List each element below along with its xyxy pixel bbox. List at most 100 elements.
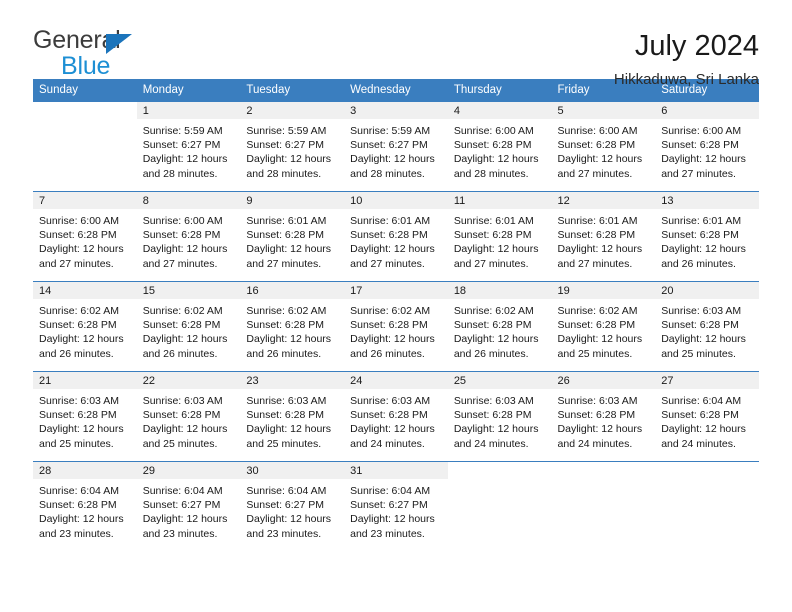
- calendar-day-cell[interactable]: 6 Sunrise: 6:00 AM Sunset: 6:28 PM Daylight…: [655, 101, 759, 192]
- day-number: 4: [447, 102, 552, 119]
- sunset-time: Sunset: 6:27 PM: [246, 499, 325, 512]
- daylight-duration-line1: Daylight: 12 hours: [350, 333, 435, 346]
- daylight-duration-line2: and 24 minutes.: [453, 437, 529, 450]
- daylight-duration-line1: Daylight: 12 hours: [453, 333, 539, 346]
- daylight-duration-line1: Daylight: 12 hours: [661, 243, 746, 256]
- daylight-duration-line2: and 23 minutes.: [142, 527, 218, 540]
- calendar-week-row: 7 Sunrise: 6:00 AM Sunset: 6:28 PM Daylight…: [33, 191, 759, 282]
- sunset-time: Sunset: 6:28 PM: [39, 229, 117, 242]
- sunset-time: Sunset: 6:28 PM: [557, 409, 636, 422]
- calendar-day-cell[interactable]: 23 Sunrise: 6:03 AM Sunset: 6:28 PM Dayligh…: [240, 371, 345, 462]
- title-block: July 2024 Hikkaduwa, Sri Lanka: [614, 28, 759, 88]
- daylight-duration-line2: and 24 minutes.: [350, 437, 425, 450]
- calendar-day-cell[interactable]: 26 Sunrise: 6:03 AM Sunset: 6:28 PM Dayligh…: [551, 371, 656, 462]
- day-details: Sunrise: 6:01 AM Sunset: 6:28 PM Daylight:…: [344, 209, 448, 271]
- sunrise-time: Sunrise: 6:04 AM: [39, 485, 119, 497]
- daylight-duration-line1: Daylight: 12 hours: [453, 243, 539, 256]
- daylight-duration-line2: and 28 minutes.: [350, 167, 425, 180]
- sunrise-time: Sunrise: 6:00 AM: [39, 215, 119, 227]
- day-number: 15: [136, 282, 241, 299]
- sunrise-time: Sunrise: 6:02 AM: [246, 305, 327, 317]
- calendar-day-cell[interactable]: 29 Sunrise: 6:04 AM Sunset: 6:27 PM Dayligh…: [136, 461, 241, 552]
- day-details: Sunrise: 6:04 AM Sunset: 6:27 PM Daylight:…: [137, 479, 241, 541]
- daylight-duration-line2: and 24 minutes.: [557, 437, 633, 450]
- sunrise-time: Sunrise: 6:04 AM: [142, 485, 223, 497]
- page-header: General Blue July 2024 Hikkaduwa, Sri La…: [33, 0, 759, 89]
- calendar-day-cell[interactable]: 27 Sunrise: 6:04 AM Sunset: 6:28 PM Dayligh…: [655, 371, 759, 462]
- daylight-duration-line2: and 27 minutes.: [453, 257, 529, 270]
- calendar-day-cell[interactable]: 2 Sunrise: 5:59 AM Sunset: 6:27 PM Daylight…: [240, 101, 345, 192]
- day-number: 11: [447, 192, 552, 209]
- sunrise-time: Sunrise: 6:03 AM: [661, 305, 742, 317]
- day-details: Sunrise: 6:02 AM Sunset: 6:28 PM Daylight:…: [552, 299, 656, 361]
- calendar-day-cell[interactable]: 12 Sunrise: 6:01 AM Sunset: 6:28 PM Dayligh…: [551, 191, 656, 282]
- calendar-day-cell[interactable]: 25 Sunrise: 6:03 AM Sunset: 6:28 PM Dayligh…: [447, 371, 552, 462]
- calendar-day-cell[interactable]: 7 Sunrise: 6:00 AM Sunset: 6:28 PM Daylight…: [33, 191, 137, 282]
- calendar-day-cell[interactable]: 24 Sunrise: 6:03 AM Sunset: 6:28 PM Dayligh…: [344, 371, 448, 462]
- sunset-time: Sunset: 6:27 PM: [142, 499, 221, 512]
- day-number: 9: [240, 192, 345, 209]
- sunset-time: Sunset: 6:28 PM: [39, 409, 117, 422]
- calendar-day-cell[interactable]: 14 Sunrise: 6:02 AM Sunset: 6:28 PM Dayligh…: [33, 281, 137, 372]
- daylight-duration-line1: Daylight: 12 hours: [350, 513, 435, 526]
- day-details: Sunrise: 6:04 AM Sunset: 6:27 PM Daylight:…: [240, 479, 344, 541]
- calendar-day-cell[interactable]: 17 Sunrise: 6:02 AM Sunset: 6:28 PM Dayligh…: [344, 281, 448, 372]
- calendar-day-cell[interactable]: 1 Sunrise: 5:59 AM Sunset: 6:27 PM Daylight…: [136, 101, 241, 192]
- calendar-day-cell[interactable]: 13 Sunrise: 6:01 AM Sunset: 6:28 PM Dayligh…: [655, 191, 759, 282]
- calendar-day-cell[interactable]: 30 Sunrise: 6:04 AM Sunset: 6:27 PM Dayligh…: [240, 461, 345, 552]
- calendar-day-cell[interactable]: 18 Sunrise: 6:02 AM Sunset: 6:28 PM Dayligh…: [447, 281, 552, 372]
- sunrise-time: Sunrise: 6:00 AM: [142, 215, 223, 227]
- day-details: Sunrise: 6:03 AM Sunset: 6:28 PM Daylight:…: [552, 389, 656, 451]
- calendar-day-cell[interactable]: 8 Sunrise: 6:00 AM Sunset: 6:28 PM Daylight…: [136, 191, 241, 282]
- calendar-body: 1 Sunrise: 5:59 AM Sunset: 6:27 PM Daylight…: [33, 101, 759, 552]
- daylight-duration-line1: Daylight: 12 hours: [39, 423, 124, 436]
- daylight-duration-line1: Daylight: 12 hours: [142, 153, 228, 166]
- blue-triangle-icon: [106, 34, 132, 54]
- day-number: 6: [655, 102, 759, 119]
- sunset-time: Sunset: 6:28 PM: [661, 409, 739, 422]
- daylight-duration-line2: and 27 minutes.: [246, 257, 322, 270]
- sunrise-time: Sunrise: 6:04 AM: [246, 485, 327, 497]
- day-details: Sunrise: 6:03 AM Sunset: 6:28 PM Daylight:…: [240, 389, 344, 451]
- calendar-day-cell-empty: [33, 101, 137, 192]
- daylight-duration-line1: Daylight: 12 hours: [350, 153, 435, 166]
- calendar-day-cell[interactable]: 4 Sunrise: 6:00 AM Sunset: 6:28 PM Daylight…: [447, 101, 552, 192]
- calendar-day-cell[interactable]: 9 Sunrise: 6:01 AM Sunset: 6:28 PM Daylight…: [240, 191, 345, 282]
- day-number: [33, 102, 137, 119]
- daylight-duration-line2: and 27 minutes.: [39, 257, 114, 270]
- day-number: 7: [33, 192, 137, 209]
- calendar-day-cell[interactable]: 22 Sunrise: 6:03 AM Sunset: 6:28 PM Dayligh…: [136, 371, 241, 462]
- calendar-day-cell[interactable]: 10 Sunrise: 6:01 AM Sunset: 6:28 PM Dayligh…: [344, 191, 448, 282]
- daylight-duration-line1: Daylight: 12 hours: [557, 243, 643, 256]
- calendar-day-cell[interactable]: 15 Sunrise: 6:02 AM Sunset: 6:28 PM Dayligh…: [136, 281, 241, 372]
- calendar-day-cell[interactable]: 11 Sunrise: 6:01 AM Sunset: 6:28 PM Dayligh…: [447, 191, 552, 282]
- sunrise-time: Sunrise: 5:59 AM: [246, 125, 327, 137]
- calendar-day-cell[interactable]: 3 Sunrise: 5:59 AM Sunset: 6:27 PM Daylight…: [344, 101, 448, 192]
- day-number: 17: [344, 282, 448, 299]
- daylight-duration-line1: Daylight: 12 hours: [39, 243, 124, 256]
- sunset-time: Sunset: 6:28 PM: [246, 229, 325, 242]
- sunset-time: Sunset: 6:28 PM: [453, 409, 532, 422]
- generalblue-logo[interactable]: General Blue: [33, 28, 153, 79]
- calendar-day-cell[interactable]: 16 Sunrise: 6:02 AM Sunset: 6:28 PM Dayligh…: [240, 281, 345, 372]
- weekday-header-wednesday: Wednesday: [344, 79, 448, 102]
- daylight-duration-line1: Daylight: 12 hours: [557, 423, 643, 436]
- day-number: 12: [551, 192, 656, 209]
- calendar-day-cell[interactable]: 20 Sunrise: 6:03 AM Sunset: 6:28 PM Dayligh…: [655, 281, 759, 372]
- calendar-day-cell[interactable]: 28 Sunrise: 6:04 AM Sunset: 6:28 PM Dayligh…: [33, 461, 137, 552]
- daylight-duration-line1: Daylight: 12 hours: [453, 153, 539, 166]
- daylight-duration-line1: Daylight: 12 hours: [246, 423, 332, 436]
- sunrise-time: Sunrise: 6:02 AM: [39, 305, 119, 317]
- calendar-day-cell[interactable]: 21 Sunrise: 6:03 AM Sunset: 6:28 PM Dayligh…: [33, 371, 137, 462]
- sunset-time: Sunset: 6:28 PM: [350, 409, 428, 422]
- daylight-duration-line2: and 27 minutes.: [557, 167, 633, 180]
- calendar-day-cell[interactable]: 5 Sunrise: 6:00 AM Sunset: 6:28 PM Daylight…: [551, 101, 656, 192]
- sunset-time: Sunset: 6:28 PM: [39, 499, 117, 512]
- calendar-day-cell[interactable]: 31 Sunrise: 6:04 AM Sunset: 6:27 PM Dayligh…: [344, 461, 448, 552]
- day-number: 27: [655, 372, 759, 389]
- calendar-day-cell[interactable]: 19 Sunrise: 6:02 AM Sunset: 6:28 PM Dayligh…: [551, 281, 656, 372]
- calendar-week-row: 21 Sunrise: 6:03 AM Sunset: 6:28 PM Dayligh…: [33, 371, 759, 462]
- calendar-week-row: 1 Sunrise: 5:59 AM Sunset: 6:27 PM Daylight…: [33, 101, 759, 192]
- day-number: 14: [33, 282, 137, 299]
- sunset-time: Sunset: 6:28 PM: [557, 319, 636, 332]
